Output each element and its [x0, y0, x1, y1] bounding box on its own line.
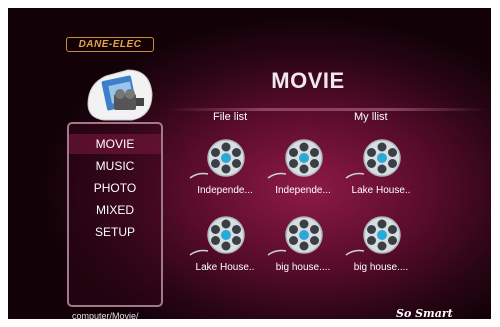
menu-item-photo[interactable]: PHOTO	[69, 178, 161, 198]
media-item[interactable]: big house....	[342, 215, 420, 281]
media-item[interactable]: Lake House..	[186, 215, 264, 281]
film-folder-icon	[84, 64, 156, 124]
film-reel-icon	[345, 139, 401, 179]
category-menu: MOVIE MUSIC PHOTO MIXED SETUP	[67, 122, 163, 307]
film-reel-icon	[345, 216, 401, 256]
media-item[interactable]: Independe...	[264, 138, 342, 204]
media-item[interactable]: Lake House..	[342, 138, 420, 204]
media-item-label: Independe...	[275, 185, 331, 196]
page-title: MOVIE	[271, 68, 345, 93]
menu-item-setup[interactable]: SETUP	[69, 222, 161, 242]
media-item-label: Lake House..	[195, 262, 255, 273]
media-item[interactable]: Independe...	[186, 138, 264, 204]
film-reel-icon	[267, 216, 323, 256]
media-item-label: big house....	[353, 262, 409, 273]
media-item-label: big house....	[275, 262, 331, 273]
film-reel-icon	[189, 216, 245, 256]
film-reel-icon	[189, 139, 245, 179]
media-screen: DANE-ELEC MOVIE MOVIE MUSIC PHOTO MIXED …	[8, 8, 491, 319]
brand-logo: DANE-ELEC	[66, 37, 154, 52]
menu-item-movie[interactable]: MOVIE	[69, 134, 161, 154]
menu-item-mixed[interactable]: MIXED	[69, 200, 161, 220]
film-reel-icon	[267, 139, 323, 179]
breadcrumb-path: computer/Movie/	[72, 311, 139, 319]
media-item-label: Independe...	[197, 185, 253, 196]
menu-item-music[interactable]: MUSIC	[69, 156, 161, 176]
tagline: So Smart	[396, 307, 453, 319]
tab-file-list[interactable]: File list	[213, 111, 247, 123]
media-item-label: Lake House..	[351, 185, 411, 196]
media-item[interactable]: big house....	[264, 215, 342, 281]
tab-my-list[interactable]: My llist	[354, 111, 388, 123]
